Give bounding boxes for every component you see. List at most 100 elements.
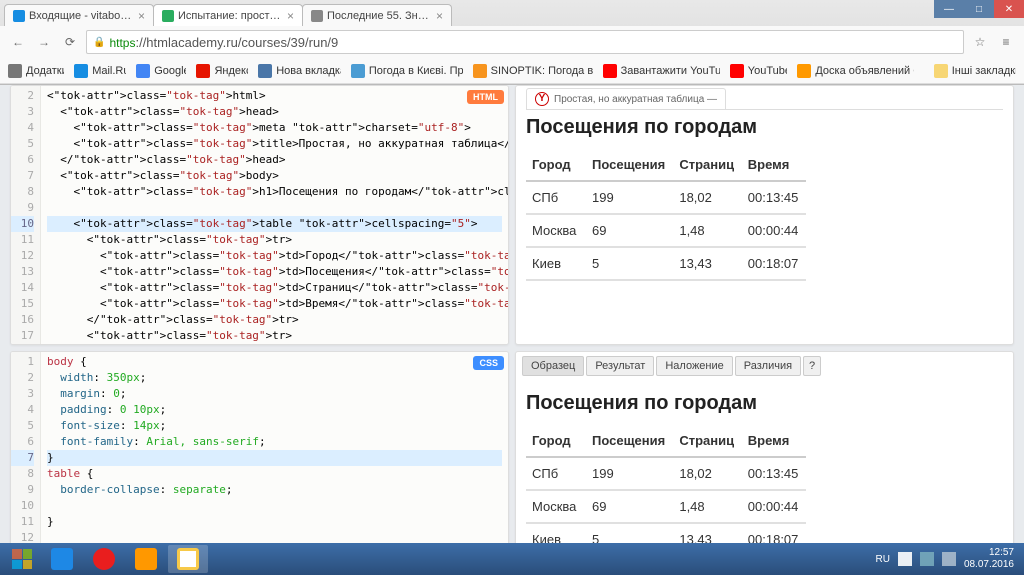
- folder-icon: [934, 64, 948, 78]
- html-code-editor[interactable]: <"tok-attr">class="tok-tag">html> <"tok-…: [41, 86, 508, 344]
- bookmark-item[interactable]: Нова вкладка: [258, 64, 341, 78]
- preview-tab-sample[interactable]: Образец: [522, 356, 584, 376]
- forward-button[interactable]: →: [34, 32, 54, 52]
- apps-icon: [8, 64, 22, 78]
- menu-icon[interactable]: ≡: [996, 32, 1016, 52]
- tab-title: Входящие - vitabonbon©: [29, 10, 134, 22]
- table-header: Время: [742, 425, 806, 458]
- toolbar: ← → ⟳ 🔒 https://htmlacademy.ru/courses/3…: [0, 26, 1024, 58]
- preview-browser-tab: Y Простая, но аккуратная таблица —: [526, 88, 1003, 110]
- preview-tab-help[interactable]: ?: [803, 356, 821, 376]
- lock-icon: 🔒: [93, 37, 105, 48]
- maximize-button[interactable]: □: [964, 0, 994, 18]
- bookmark-item[interactable]: SINOPTIK: Погода в К: [473, 64, 593, 78]
- table-row: Киев513,4300:18:07: [526, 248, 806, 281]
- start-button[interactable]: [4, 545, 40, 573]
- board-icon: [797, 64, 811, 78]
- browser-tab[interactable]: Испытание: простая, но ×: [153, 4, 303, 26]
- youtube-dl-icon: [603, 64, 617, 78]
- table-header: Город: [526, 425, 586, 458]
- taskbar-app-opera[interactable]: [84, 545, 124, 573]
- taskbar-app-media[interactable]: [126, 545, 166, 573]
- line-gutter: 2345678910111213141516171819202122232425: [11, 86, 41, 344]
- reload-button[interactable]: ⟳: [60, 32, 80, 52]
- preview-tabbar: Образец Результат Наложение Различия ?: [516, 352, 1013, 380]
- windows-taskbar: RU 12:57 08.07.2016: [0, 543, 1024, 575]
- table-row: СПб19918,0200:13:45: [526, 458, 806, 491]
- css-badge: CSS: [473, 356, 504, 370]
- table-header: Посещения: [586, 425, 673, 458]
- bookmark-item[interactable]: Google: [136, 64, 186, 78]
- tab-title: Последние 55. Знакомст: [327, 10, 432, 22]
- preview-tab-result[interactable]: Результат: [586, 356, 654, 376]
- preview-content: Посещения по городам ГородПосещенияСтран…: [526, 116, 1003, 281]
- table-row: Москва691,4800:00:44: [526, 215, 806, 248]
- other-bookmarks[interactable]: Інші закладки: [934, 64, 1016, 78]
- preview-tab-diff[interactable]: Различия: [735, 356, 801, 376]
- preview-table: ГородПосещенияСтраницВремяСПб19918,0200:…: [526, 149, 806, 281]
- line-gutter: 1234567891011121314151617: [11, 352, 41, 550]
- taskbar-app-ie[interactable]: [42, 545, 82, 573]
- mailru-icon: [74, 64, 88, 78]
- tab-close-icon[interactable]: ×: [138, 9, 145, 23]
- css-editor-panel: CSS 1234567891011121314151617 body { wid…: [10, 351, 509, 551]
- browser-tab[interactable]: Последние 55. Знакомст ×: [302, 4, 452, 26]
- bookmark-item[interactable]: Яндекс: [196, 64, 248, 78]
- preview-content: Посещения по городам ГородПосещенияСтран…: [526, 392, 1003, 551]
- vk-icon: [258, 64, 272, 78]
- tab-close-icon[interactable]: ×: [436, 9, 443, 23]
- youtube-icon: [730, 64, 744, 78]
- chrome-icon: [177, 548, 199, 570]
- table-header: Посещения: [586, 149, 673, 182]
- yandex-logo-icon: Y: [535, 92, 549, 106]
- bookmark-item[interactable]: Додатки: [8, 64, 64, 78]
- preview-heading: Посещения по городам: [526, 392, 1003, 415]
- table-header: Время: [742, 149, 806, 182]
- tray-network-icon[interactable]: [920, 552, 934, 566]
- url-text: https://htmlacademy.ru/courses/39/run/9: [109, 35, 338, 50]
- favicon-icon: [162, 10, 174, 22]
- tray-flag-icon[interactable]: [898, 552, 912, 566]
- tab-close-icon[interactable]: ×: [287, 9, 294, 23]
- table-header: Город: [526, 149, 586, 182]
- bookmark-item[interactable]: YouTube: [730, 64, 788, 78]
- browser-chrome: Входящие - vitabonbon© × Испытание: прос…: [0, 0, 1024, 85]
- system-tray: RU 12:57 08.07.2016: [875, 547, 1020, 571]
- windows-logo-icon: [12, 549, 32, 569]
- page-content: HTML 23456789101112131415161718192021222…: [0, 85, 1024, 544]
- table-row: СПб19918,0200:13:45: [526, 182, 806, 215]
- back-button[interactable]: ←: [8, 32, 28, 52]
- bookmark-item[interactable]: Доска объявлений С: [797, 64, 913, 78]
- url-bar[interactable]: 🔒 https://htmlacademy.ru/courses/39/run/…: [86, 30, 964, 54]
- taskbar-app-chrome[interactable]: [168, 545, 208, 573]
- yandex-icon: [196, 64, 210, 78]
- css-code-editor[interactable]: body { width: 350px; margin: 0; padding:…: [41, 352, 508, 550]
- html-badge: HTML: [467, 90, 504, 104]
- preview-panel-bottom: Образец Результат Наложение Различия ? П…: [515, 351, 1014, 551]
- table-row: Москва691,4800:00:44: [526, 491, 806, 524]
- bookmark-item[interactable]: Погода в Києві. Про: [351, 64, 463, 78]
- preview-table: ГородПосещенияСтраницВремяСПб19918,0200:…: [526, 425, 806, 551]
- window-buttons: — □ ✕: [934, 0, 1024, 18]
- bookmark-item[interactable]: Mail.Ru: [74, 64, 126, 78]
- browser-tab[interactable]: Входящие - vitabonbon© ×: [4, 4, 154, 26]
- bookmark-item[interactable]: Завантажити YouTub: [603, 64, 720, 78]
- tray-volume-icon[interactable]: [942, 552, 956, 566]
- preview-heading: Посещения по городам: [526, 116, 1003, 139]
- taskbar-clock[interactable]: 12:57 08.07.2016: [964, 547, 1014, 571]
- preview-panel-top: Y Простая, но аккуратная таблица — Посещ…: [515, 85, 1014, 345]
- lang-indicator[interactable]: RU: [875, 554, 889, 565]
- preview-tab-overlay[interactable]: Наложение: [656, 356, 732, 376]
- preview-tab-title: Простая, но аккуратная таблица —: [554, 94, 717, 105]
- weather-icon: [351, 64, 365, 78]
- google-icon: [136, 64, 150, 78]
- ie-icon: [51, 548, 73, 570]
- close-button[interactable]: ✕: [994, 0, 1024, 18]
- tab-title: Испытание: простая, но: [178, 10, 283, 22]
- opera-icon: [93, 548, 115, 570]
- bookmark-star-icon[interactable]: ☆: [970, 32, 990, 52]
- favicon-icon: [311, 10, 323, 22]
- favicon-icon: [13, 10, 25, 22]
- minimize-button[interactable]: —: [934, 0, 964, 18]
- sinoptik-icon: [473, 64, 487, 78]
